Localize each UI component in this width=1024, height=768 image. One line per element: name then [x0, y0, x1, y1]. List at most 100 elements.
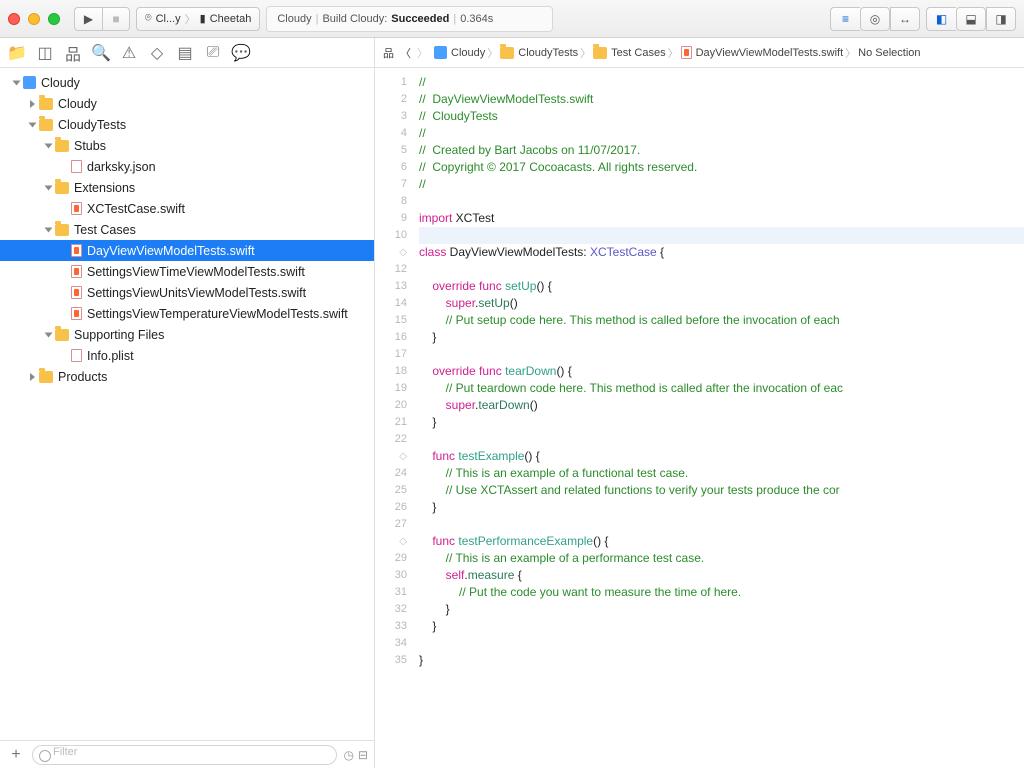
- code-line[interactable]: super.setUp(): [419, 295, 1024, 312]
- breadcrumb-item[interactable]: Test Cases: [593, 47, 665, 59]
- go-forward-icon[interactable]: 〉: [417, 45, 428, 61]
- gutter-line[interactable]: ◇: [375, 448, 407, 465]
- tree-row[interactable]: CloudyTests: [0, 114, 374, 135]
- gutter-line[interactable]: 33: [375, 618, 407, 635]
- tree-row[interactable]: DayViewViewModelTests.swift: [0, 240, 374, 261]
- code-line[interactable]: // Put the code you want to measure the …: [419, 584, 1024, 601]
- code-line[interactable]: override func setUp() {: [419, 278, 1024, 295]
- gutter-line[interactable]: 19: [375, 380, 407, 397]
- gutter-line[interactable]: 13: [375, 278, 407, 295]
- code-line[interactable]: [419, 431, 1024, 448]
- debug-navigator-icon[interactable]: ▤: [176, 44, 194, 62]
- code-line[interactable]: // DayViewViewModelTests.swift: [419, 91, 1024, 108]
- gutter-line[interactable]: ◇: [375, 244, 407, 261]
- code-editor[interactable]: 12345678910◇1213141516171819202122◇24252…: [375, 68, 1024, 768]
- tree-row[interactable]: SettingsViewTemperatureViewModelTests.sw…: [0, 303, 374, 324]
- disclosure-triangle-icon[interactable]: [30, 100, 35, 108]
- tree-row[interactable]: Test Cases: [0, 219, 374, 240]
- tree-row[interactable]: Stubs: [0, 135, 374, 156]
- gutter-line[interactable]: 22: [375, 431, 407, 448]
- add-button[interactable]: +: [6, 746, 26, 764]
- code-line[interactable]: // Created by Bart Jacobs on 11/07/2017.: [419, 142, 1024, 159]
- scheme-selector[interactable]: ⌾ Cl...y 〉 ▮ Cheetah: [136, 7, 260, 31]
- file-tree[interactable]: CloudyCloudyCloudyTestsStubsdarksky.json…: [0, 68, 374, 740]
- code-line[interactable]: override func tearDown() {: [419, 363, 1024, 380]
- code-line[interactable]: class DayViewViewModelTests: XCTestCase …: [419, 244, 1024, 261]
- code-line[interactable]: // Use XCTAssert and related functions t…: [419, 482, 1024, 499]
- code-line[interactable]: // This is an example of a functional te…: [419, 465, 1024, 482]
- navigator-filter-input[interactable]: Filter: [32, 745, 337, 765]
- gutter-line[interactable]: 29: [375, 550, 407, 567]
- code-line[interactable]: }: [419, 601, 1024, 618]
- code-line[interactable]: func testPerformanceExample() {: [419, 533, 1024, 550]
- gutter-line[interactable]: 9: [375, 210, 407, 227]
- related-items-icon[interactable]: 品: [383, 45, 394, 61]
- report-navigator-icon[interactable]: 💬: [232, 44, 250, 62]
- code-line[interactable]: }: [419, 652, 1024, 669]
- version-editor-icon[interactable]: ↔: [890, 7, 920, 31]
- gutter-line[interactable]: 30: [375, 567, 407, 584]
- disclosure-triangle-icon[interactable]: [29, 122, 37, 127]
- gutter-line[interactable]: 35: [375, 652, 407, 669]
- gutter-line[interactable]: 14: [375, 295, 407, 312]
- code-line[interactable]: [419, 669, 1024, 686]
- editor-mode-segmented[interactable]: ≡ ◎ ↔: [830, 7, 920, 31]
- gutter-line[interactable]: 34: [375, 635, 407, 652]
- gutter-line[interactable]: 20: [375, 397, 407, 414]
- code-line[interactable]: super.tearDown(): [419, 397, 1024, 414]
- breadcrumb[interactable]: Cloudy〉CloudyTests〉Test Cases〉DayViewVie…: [434, 45, 921, 61]
- gutter-line[interactable]: [375, 669, 407, 686]
- line-gutter[interactable]: 12345678910◇1213141516171819202122◇24252…: [375, 68, 413, 768]
- gutter-line[interactable]: 6: [375, 159, 407, 176]
- code-content[interactable]: //// DayViewViewModelTests.swift// Cloud…: [413, 68, 1024, 768]
- code-line[interactable]: }: [419, 499, 1024, 516]
- test-diamond-icon[interactable]: ◇: [399, 247, 407, 258]
- toggle-debug-icon[interactable]: ⬓: [956, 7, 986, 31]
- breadcrumb-item[interactable]: CloudyTests: [500, 47, 578, 59]
- close-window-button[interactable]: [8, 13, 20, 25]
- gutter-line[interactable]: 25: [375, 482, 407, 499]
- project-navigator-icon[interactable]: 📁: [8, 44, 26, 62]
- code-line[interactable]: [419, 346, 1024, 363]
- tree-row[interactable]: Products: [0, 366, 374, 387]
- gutter-line[interactable]: 1: [375, 74, 407, 91]
- tree-row[interactable]: Info.plist: [0, 345, 374, 366]
- test-diamond-icon[interactable]: ◇: [399, 451, 407, 462]
- tree-row[interactable]: SettingsViewUnitsViewModelTests.swift: [0, 282, 374, 303]
- code-line[interactable]: //: [419, 74, 1024, 91]
- panel-toggle-segmented[interactable]: ◧ ⬓ ◨: [926, 7, 1016, 31]
- breakpoint-navigator-icon[interactable]: ⎚: [204, 44, 222, 62]
- disclosure-triangle-icon[interactable]: [45, 332, 53, 337]
- code-line[interactable]: [419, 516, 1024, 533]
- disclosure-triangle-icon[interactable]: [45, 143, 53, 148]
- scm-filter-icon[interactable]: ⊟: [358, 748, 368, 762]
- run-button[interactable]: ▶: [74, 7, 102, 31]
- code-line[interactable]: [419, 635, 1024, 652]
- code-line[interactable]: [419, 261, 1024, 278]
- gutter-line[interactable]: 8: [375, 193, 407, 210]
- breadcrumb-item[interactable]: No Selection: [858, 47, 920, 59]
- disclosure-triangle-icon[interactable]: [13, 80, 21, 85]
- disclosure-triangle-icon[interactable]: [45, 185, 53, 190]
- toggle-navigator-icon[interactable]: ◧: [926, 7, 956, 31]
- standard-editor-icon[interactable]: ≡: [830, 7, 860, 31]
- code-line[interactable]: // Put teardown code here. This method i…: [419, 380, 1024, 397]
- zoom-window-button[interactable]: [48, 13, 60, 25]
- breadcrumb-item[interactable]: DayViewViewModelTests.swift: [681, 46, 844, 59]
- code-line[interactable]: // This is an example of a performance t…: [419, 550, 1024, 567]
- tree-row[interactable]: Extensions: [0, 177, 374, 198]
- test-navigator-icon[interactable]: ◇: [148, 44, 166, 62]
- gutter-line[interactable]: 32: [375, 601, 407, 618]
- gutter-line[interactable]: 16: [375, 329, 407, 346]
- tree-row[interactable]: XCTestCase.swift: [0, 198, 374, 219]
- code-line[interactable]: }: [419, 329, 1024, 346]
- gutter-line[interactable]: 12: [375, 261, 407, 278]
- code-line[interactable]: }: [419, 414, 1024, 431]
- code-line[interactable]: //: [419, 176, 1024, 193]
- gutter-line[interactable]: 27: [375, 516, 407, 533]
- symbol-navigator-icon[interactable]: 品: [64, 44, 82, 62]
- test-diamond-icon[interactable]: ◇: [399, 536, 407, 547]
- code-line[interactable]: // Put setup code here. This method is c…: [419, 312, 1024, 329]
- minimize-window-button[interactable]: [28, 13, 40, 25]
- gutter-line[interactable]: 2: [375, 91, 407, 108]
